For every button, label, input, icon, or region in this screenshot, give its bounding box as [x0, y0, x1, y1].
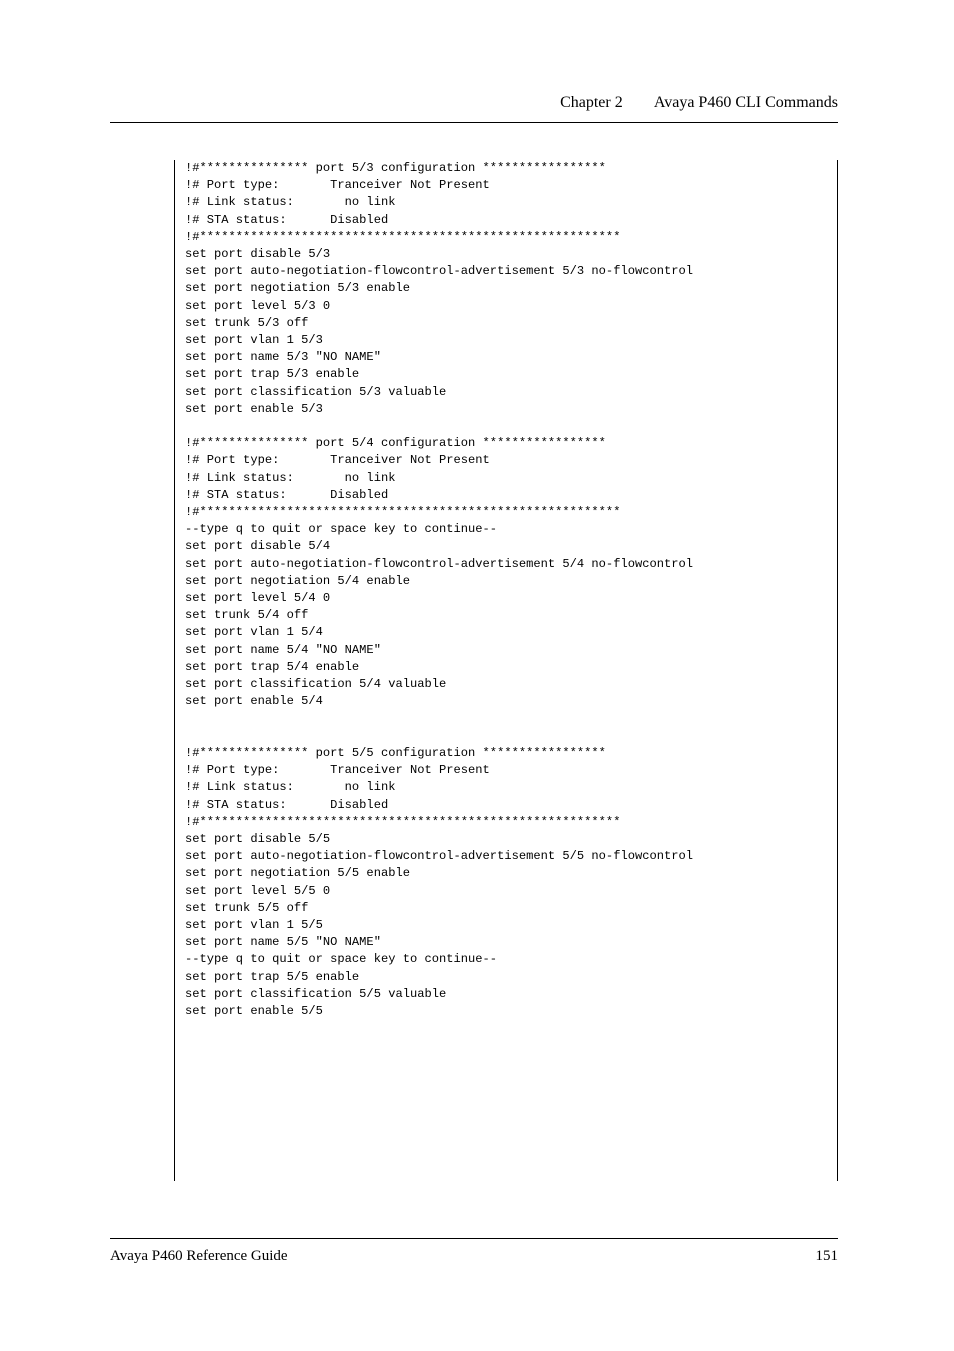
chapter-title: Avaya P460 CLI Commands [654, 94, 838, 111]
header-rule [110, 122, 838, 123]
cli-output: !#*************** port 5/3 configuration… [185, 160, 831, 1020]
page-number: 151 [816, 1248, 839, 1265]
chapter-label: Chapter 2 [560, 94, 623, 112]
footer-rule [110, 1238, 838, 1239]
footer-guide-title: Avaya P460 Reference Guide [110, 1248, 288, 1265]
code-block-container: !#*************** port 5/3 configuration… [174, 160, 838, 1181]
page: Chapter 2 Avaya P460 CLI Commands !#****… [0, 0, 954, 1351]
page-header: Chapter 2 Avaya P460 CLI Commands [560, 94, 838, 112]
